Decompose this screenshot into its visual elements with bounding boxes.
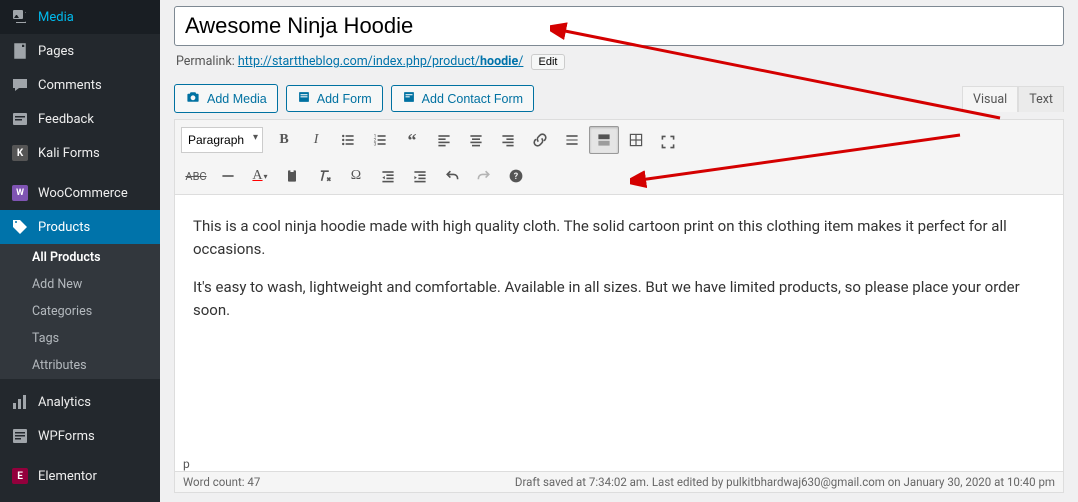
toolbar-toggle-button[interactable] [589, 126, 619, 154]
italic-button[interactable]: I [301, 126, 331, 154]
numbered-list-button[interactable]: 123 [365, 126, 395, 154]
permalink-row: Permalink: http://starttheblog.com/index… [176, 54, 1062, 70]
word-count: Word count: 47 [183, 475, 260, 489]
products-submenu: All Products Add New Categories Tags Att… [0, 244, 160, 379]
sidebar-item-label: Pages [38, 44, 74, 59]
sidebar-item-products[interactable]: Products [0, 210, 160, 244]
clear-formatting-button[interactable] [309, 162, 339, 190]
sidebar-item-pages[interactable]: Pages [0, 34, 160, 68]
sidebar-item-label: Elementor [38, 469, 97, 484]
paragraph: It's easy to wash, lightweight and comfo… [193, 276, 1045, 321]
sidebar-item-label: WPForms [38, 429, 95, 444]
tab-visual[interactable]: Visual [962, 86, 1018, 112]
svg-text:3: 3 [374, 142, 377, 148]
sidebar-item-label: Analytics [38, 395, 91, 410]
paste-text-button[interactable] [277, 162, 307, 190]
submenu-categories[interactable]: Categories [0, 298, 160, 325]
sidebar-item-woocommerce[interactable]: W WooCommerce [0, 176, 160, 210]
media-icon [10, 7, 30, 27]
svg-text:?: ? [514, 172, 519, 182]
undo-button[interactable] [437, 162, 467, 190]
bold-button[interactable]: B [269, 126, 299, 154]
sidebar-item-feedback[interactable]: Feedback [0, 102, 160, 136]
outdent-button[interactable] [373, 162, 403, 190]
horizontal-rule-button[interactable] [213, 162, 243, 190]
sidebar-item-label: Products [38, 220, 90, 235]
edit-slug-button[interactable]: Edit [531, 54, 566, 70]
sidebar-item-label: Kali Forms [38, 146, 100, 161]
element-path: p [175, 455, 1063, 471]
permalink-label: Permalink: [176, 54, 235, 69]
form-icon [297, 90, 311, 107]
special-char-button[interactable]: Ω [341, 162, 371, 190]
align-right-button[interactable] [493, 126, 523, 154]
editor-body[interactable]: This is a cool ninja hoodie made with hi… [175, 195, 1063, 455]
contact-form-icon [402, 90, 416, 107]
feedback-icon [10, 109, 30, 129]
sidebar-item-kali-forms[interactable]: K Kali Forms [0, 136, 160, 170]
submenu-attributes[interactable]: Attributes [0, 352, 160, 379]
editor-statusbar: Word count: 47 Draft saved at 7:34:02 am… [175, 471, 1063, 492]
admin-sidebar: Media Pages Comments Feedback K Kali Form… [0, 0, 160, 502]
wysiwyg-editor: Paragraph B I 123 “ ABC A▾ [174, 119, 1064, 493]
align-left-button[interactable] [429, 126, 459, 154]
sidebar-item-analytics[interactable]: Analytics [0, 385, 160, 419]
link-button[interactable] [525, 126, 555, 154]
strikethrough-button[interactable]: ABC [181, 162, 211, 190]
products-icon [10, 217, 30, 237]
draft-status: Draft saved at 7:34:02 am. Last edited b… [515, 475, 1055, 489]
add-contact-form-button[interactable]: Add Contact Form [391, 85, 534, 112]
bullet-list-button[interactable] [333, 126, 363, 154]
editor-toolbar: Paragraph B I 123 “ ABC A▾ [175, 120, 1063, 195]
submenu-tags[interactable]: Tags [0, 325, 160, 352]
kali-forms-icon: K [10, 143, 30, 163]
add-media-button[interactable]: Add Media [174, 84, 278, 113]
permalink-link[interactable]: http://starttheblog.com/index.php/produc… [238, 54, 524, 69]
align-center-button[interactable] [461, 126, 491, 154]
elementor-icon: E [10, 466, 30, 486]
paragraph: This is a cool ninja hoodie made with hi… [193, 215, 1045, 260]
redo-button[interactable] [469, 162, 499, 190]
text-color-button[interactable]: A▾ [245, 162, 275, 190]
pages-icon [10, 41, 30, 61]
table-button[interactable] [621, 126, 651, 154]
sidebar-item-comments[interactable]: Comments [0, 68, 160, 102]
camera-icon [185, 89, 201, 108]
analytics-icon [10, 392, 30, 412]
wpforms-icon [10, 426, 30, 446]
sidebar-item-label: WooCommerce [38, 186, 128, 201]
blockquote-button[interactable]: “ [397, 126, 427, 154]
distraction-free-button[interactable] [653, 128, 683, 156]
submenu-add-new[interactable]: Add New [0, 271, 160, 298]
format-select[interactable]: Paragraph [181, 127, 263, 153]
help-button[interactable]: ? [501, 162, 531, 190]
submenu-all-products[interactable]: All Products [0, 244, 160, 271]
sidebar-item-wpforms[interactable]: WPForms [0, 419, 160, 453]
sidebar-item-templates[interactable]: Templates [0, 493, 160, 502]
product-title-input[interactable] [174, 6, 1064, 46]
tab-text[interactable]: Text [1018, 86, 1064, 112]
indent-button[interactable] [405, 162, 435, 190]
comments-icon [10, 75, 30, 95]
insert-more-button[interactable] [557, 126, 587, 154]
sidebar-item-label: Feedback [38, 112, 94, 127]
add-form-button[interactable]: Add Form [286, 85, 383, 112]
editor-content: Permalink: http://starttheblog.com/index… [160, 0, 1078, 502]
sidebar-item-label: Media [38, 10, 74, 25]
sidebar-item-elementor[interactable]: E Elementor [0, 459, 160, 493]
sidebar-item-label: Comments [38, 78, 102, 93]
sidebar-item-media[interactable]: Media [0, 0, 160, 34]
woocommerce-icon: W [10, 183, 30, 203]
